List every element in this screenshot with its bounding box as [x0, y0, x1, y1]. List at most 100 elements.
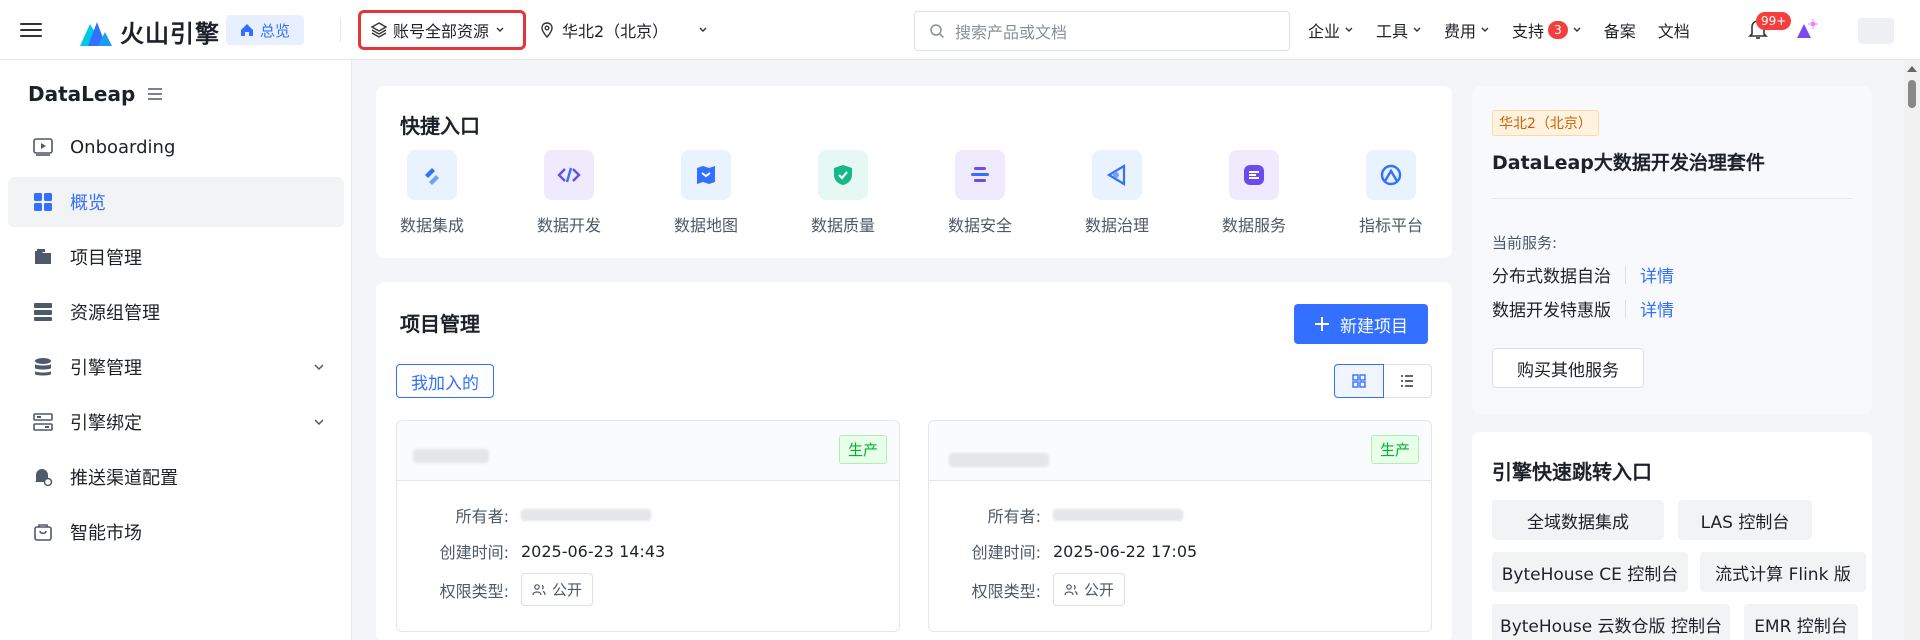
avatar[interactable]	[1858, 18, 1894, 44]
nav-label: 工具	[1376, 22, 1409, 41]
metric-icon	[1366, 150, 1416, 200]
database-icon	[32, 356, 54, 378]
governance-icon	[1092, 150, 1142, 200]
project-name-redacted	[413, 449, 489, 463]
engine-jump-button[interactable]: ByteHouse CE 控制台	[1492, 552, 1688, 592]
new-project-button[interactable]: 新建项目	[1294, 304, 1428, 344]
divider	[1625, 265, 1626, 284]
scroll-thumb[interactable]	[1908, 80, 1916, 108]
quick-metric-platform[interactable]: 指标平台	[1351, 150, 1431, 236]
sidebar-item-label: 引擎管理	[70, 358, 142, 379]
nav-label: 费用	[1444, 22, 1477, 41]
home-label: 总览	[260, 21, 291, 40]
logo[interactable]: 火山引擎	[80, 14, 220, 49]
engine-jump-button[interactable]: LAS 控制台	[1678, 500, 1812, 540]
sidebar-item-market[interactable]: 智能市场	[8, 507, 344, 557]
quick-label: 数据地图	[673, 216, 738, 235]
nav-filing[interactable]: 备案	[1604, 18, 1636, 42]
permission-label: 权限类型:	[971, 581, 1041, 601]
resource-scope-dropdown[interactable]: 账号全部资源	[358, 10, 526, 50]
nav-billing[interactable]: 费用	[1444, 18, 1490, 42]
service-details-link[interactable]: 详情	[1640, 296, 1674, 321]
list-toggle-icon[interactable]	[147, 87, 163, 101]
grid-icon	[32, 191, 54, 213]
list-view-button[interactable]	[1383, 364, 1432, 398]
quick-data-quality[interactable]: 数据质量	[803, 150, 883, 236]
sidebar-item-label: 智能市场	[70, 523, 142, 544]
quick-data-integration[interactable]: 数据集成	[392, 150, 472, 236]
permission-label: 权限类型:	[439, 581, 509, 601]
current-services-label: 当前服务:	[1492, 234, 1558, 252]
sidebar-item-engine-binding[interactable]: 引擎绑定	[8, 397, 344, 447]
grid-view-icon	[1352, 374, 1366, 388]
sidebar-item-push-channels[interactable]: 推送渠道配置	[8, 452, 344, 502]
engine-jump-button[interactable]: ByteHouse 云数仓版 控制台	[1492, 604, 1730, 640]
sidebar-title-text: DataLeap	[28, 82, 136, 106]
project-name-redacted	[949, 453, 1049, 467]
engine-jump-title: 引擎快速跳转入口	[1492, 460, 1652, 484]
divider	[1625, 299, 1626, 318]
nav-docs[interactable]: 文档	[1658, 18, 1690, 42]
tab-joined[interactable]: 我加入的	[396, 364, 494, 398]
chevron-down-icon	[314, 364, 324, 371]
project-card[interactable]: 生产 所有者: 创建时间: 2025-06-23 14:43 权限类型: 公开	[396, 420, 900, 632]
overview-home-button[interactable]: 总览	[226, 15, 305, 45]
chevron-down-icon	[1345, 27, 1353, 32]
divider	[340, 18, 341, 42]
quick-label: 数据治理	[1084, 216, 1149, 235]
menu-icon[interactable]	[20, 19, 42, 41]
support-badge: 3	[1548, 21, 1568, 39]
quick-label: 数据安全	[947, 216, 1012, 235]
service-row: 数据开发特惠版 详情	[1492, 296, 1674, 321]
permission-value: 公开	[552, 581, 583, 599]
list-view-icon	[1401, 375, 1414, 387]
quick-label: 数据集成	[399, 216, 464, 235]
page-scrollbar[interactable]	[1904, 60, 1920, 640]
grid-view-button[interactable]	[1334, 364, 1384, 398]
nav-support[interactable]: 支持 3	[1512, 18, 1582, 42]
layers-icon	[371, 22, 387, 38]
service-details-link[interactable]: 详情	[1640, 262, 1674, 287]
sidebar-item-projects[interactable]: 项目管理	[8, 232, 344, 282]
permission-row: 权限类型: 公开	[421, 573, 594, 606]
permission-value: 公开	[1084, 581, 1115, 599]
service-row: 分布式数据自治 详情	[1492, 262, 1674, 287]
top-bar: 火山引擎 总览 账号全部资源 华北2（北京） 搜索产品或文档 企业 工具 费用 …	[0, 0, 1920, 60]
sidebar-item-resource-groups[interactable]: 资源组管理	[8, 287, 344, 337]
engine-jump-button[interactable]: 全域数据集成	[1492, 500, 1664, 540]
created-row: 创建时间: 2025-06-23 14:43	[421, 539, 666, 563]
nav-label: 备案	[1603, 22, 1636, 41]
ai-assistant-icon[interactable]	[1794, 18, 1818, 42]
region-label: 华北2（北京）	[562, 22, 669, 41]
sidebar-item-engines[interactable]: 引擎管理	[8, 342, 344, 392]
engine-jump-button[interactable]: 流式计算 Flink 版	[1700, 552, 1866, 592]
region-tag: 华北2（北京）	[1492, 110, 1599, 136]
bell-gear-icon	[32, 466, 54, 488]
quick-data-governance[interactable]: 数据治理	[1077, 150, 1157, 236]
quick-data-development[interactable]: 数据开发	[529, 150, 609, 236]
buy-other-services-button[interactable]: 购买其他服务	[1492, 348, 1644, 388]
project-card[interactable]: 生产 所有者: 创建时间: 2025-06-22 17:05 权限类型: 公开	[928, 420, 1432, 632]
scroll-up-icon[interactable]	[1907, 66, 1917, 72]
sidebar-item-overview[interactable]: 概览	[8, 177, 344, 227]
sidebar-title: DataLeap	[28, 82, 163, 106]
quick-data-service[interactable]: 数据服务	[1214, 150, 1294, 236]
permission-tag: 公开	[521, 573, 594, 606]
nav-tools[interactable]: 工具	[1376, 18, 1422, 42]
sidebar-item-onboarding[interactable]: Onboarding	[8, 122, 344, 172]
volcano-logo-icon	[80, 21, 112, 46]
link-icon	[32, 411, 54, 433]
quick-data-security[interactable]: 数据安全	[940, 150, 1020, 236]
region-selector[interactable]: 华北2（北京）	[540, 18, 708, 42]
engine-jump-button[interactable]: EMR 控制台	[1744, 604, 1858, 640]
nav-label: 企业	[1308, 22, 1341, 41]
quick-data-map[interactable]: 数据地图	[666, 150, 746, 236]
nav-enterprise[interactable]: 企业	[1308, 18, 1354, 42]
chevron-down-icon	[496, 27, 504, 32]
quick-label: 数据开发	[536, 216, 601, 235]
sidebar-item-label: 引擎绑定	[70, 413, 142, 434]
play-icon	[32, 136, 54, 158]
owner-label: 所有者:	[455, 507, 509, 526]
search-input[interactable]: 搜索产品或文档	[914, 11, 1290, 51]
shield-check-icon	[818, 150, 868, 200]
